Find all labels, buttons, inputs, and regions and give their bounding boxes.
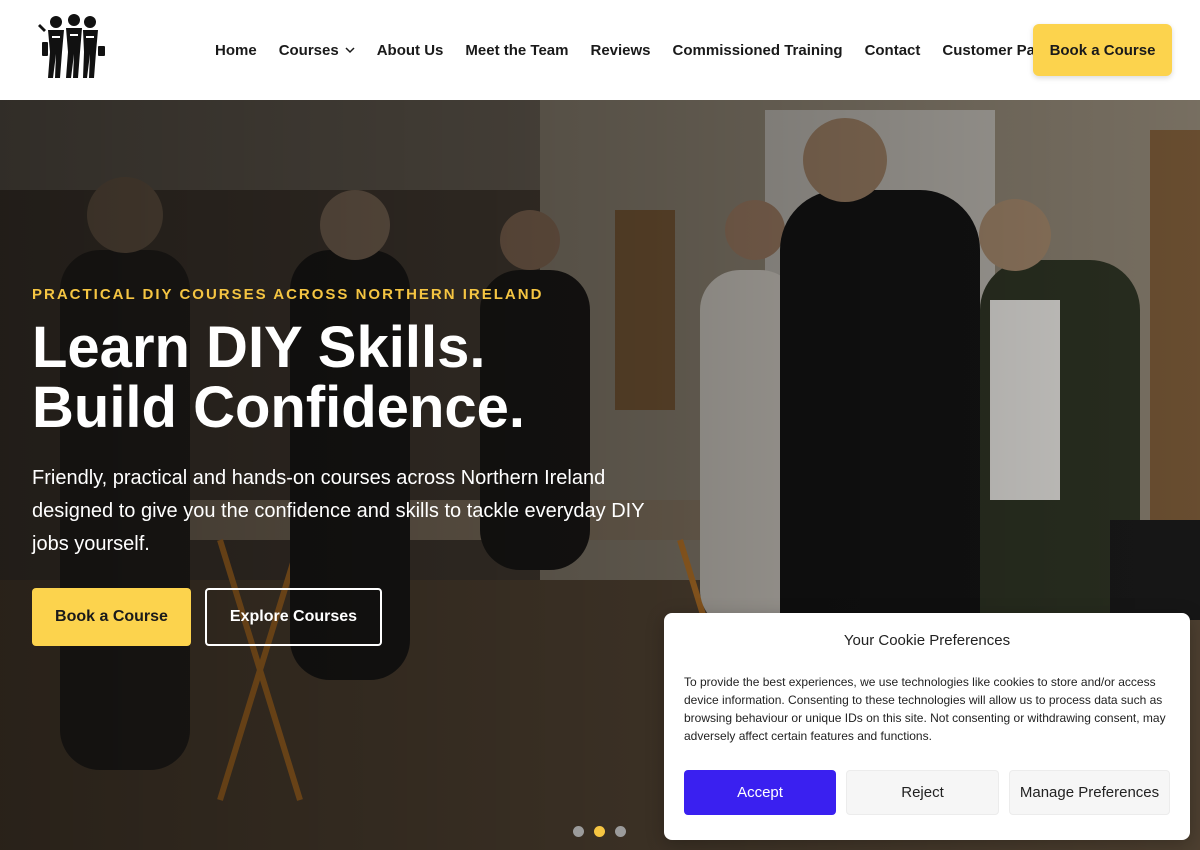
- slider-dots: [573, 826, 626, 837]
- brand-logo[interactable]: [38, 12, 110, 82]
- nav-label: About Us: [376, 41, 444, 59]
- hero-explore-courses-button[interactable]: Explore Courses: [205, 588, 382, 646]
- nav-reviews[interactable]: Reviews: [579, 42, 661, 59]
- cookie-consent-panel: Your Cookie Preferences To provide the b…: [664, 613, 1190, 840]
- nav-about-us[interactable]: About Us: [366, 42, 455, 59]
- women-group-logo-icon: [38, 14, 105, 78]
- hero-eyebrow: PRACTICAL DIY COURSES ACROSS NORTHERN IR…: [32, 286, 544, 303]
- site-header: Home Courses About Us Meet the Team Revi…: [0, 0, 1200, 100]
- cookie-title: Your Cookie Preferences: [843, 632, 1011, 649]
- nav-contact[interactable]: Contact: [854, 42, 932, 59]
- nav-label: Commissioned Training: [672, 41, 843, 59]
- nav-label: Courses: [278, 41, 339, 59]
- nav-label: Meet the Team: [465, 41, 569, 59]
- nav-home[interactable]: Home: [204, 42, 268, 59]
- nav-label: Contact: [864, 41, 921, 59]
- cookie-manage-preferences-button[interactable]: Manage Preferences: [1009, 770, 1170, 815]
- hero-subtitle: Friendly, practical and hands-on courses…: [32, 467, 645, 555]
- nav-label: Home: [215, 41, 257, 59]
- cookie-accept-button[interactable]: Accept: [684, 770, 836, 815]
- hero-title: Learn DIY Skills. Build Confidence.: [32, 318, 672, 438]
- slider-dot-1[interactable]: [573, 826, 584, 837]
- header-book-course-button[interactable]: Book a Course: [1033, 24, 1172, 76]
- cookie-reject-button[interactable]: Reject: [846, 770, 999, 815]
- nav-courses[interactable]: Courses: [268, 42, 366, 59]
- hero-title-line1: Learn DIY Skills.: [32, 315, 486, 380]
- main-nav: Home Courses About Us Meet the Team Revi…: [204, 0, 1068, 100]
- nav-meet-the-team[interactable]: Meet the Team: [454, 42, 579, 59]
- cookie-description: To provide the best experiences, we use …: [684, 675, 1166, 743]
- nav-label: Reviews: [590, 41, 651, 59]
- slider-dot-2[interactable]: [594, 826, 605, 837]
- slider-dot-3[interactable]: [615, 826, 626, 837]
- hero-title-line2: Build Confidence.: [32, 375, 525, 440]
- hero-book-course-button[interactable]: Book a Course: [32, 588, 191, 646]
- chevron-down-icon: [345, 47, 355, 54]
- nav-commissioned-training[interactable]: Commissioned Training: [662, 42, 854, 59]
